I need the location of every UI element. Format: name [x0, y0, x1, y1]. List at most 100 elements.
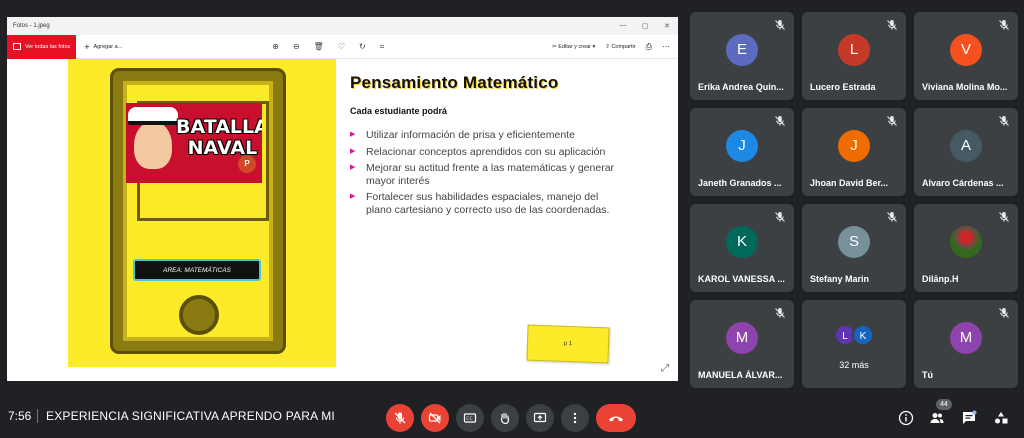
meeting-controls-bar: 7:56 EXPERIENCIA SIGNIFICATIVA APRENDO P…	[0, 396, 1024, 438]
divider	[37, 409, 38, 423]
sticky-note: p 1	[526, 324, 610, 364]
avatar: L	[838, 34, 870, 66]
delete-icon[interactable]: 🗑	[314, 42, 324, 51]
meeting-details-button[interactable]	[896, 408, 916, 428]
area-label: AREA: MATEMÁTICAS	[133, 259, 261, 281]
favorite-icon[interactable]: ♡	[338, 42, 345, 51]
avatar: M	[726, 322, 758, 354]
photos-icon	[13, 43, 21, 50]
camera-toggle-button[interactable]	[421, 404, 449, 432]
batalla-naval-banner: BATALLA NAVAL P	[126, 103, 262, 183]
zoom-out-icon[interactable]: ⊖	[293, 42, 300, 51]
participant-tile[interactable]: K KAROL VANESSA ...	[690, 204, 794, 292]
slide-bullet-list: Utilizar información de prisa y eficient…	[350, 129, 620, 220]
more-participants-tile[interactable]: L K 32 más	[802, 300, 906, 388]
mic-off-icon	[886, 210, 898, 222]
avatar: E	[726, 34, 758, 66]
participant-name: Stefany Marin	[810, 274, 870, 284]
participant-count-badge: 44	[936, 399, 952, 410]
participant-name: Lucero Estrada	[810, 82, 876, 92]
share-button[interactable]: ⇪ Compartir	[605, 44, 635, 50]
powerpoint-icon: P	[238, 155, 256, 173]
participant-tile[interactable]: M Tú	[914, 300, 1018, 388]
meeting-title: EXPERIENCIA SIGNIFICATIVA APRENDO PARA M…	[46, 409, 335, 423]
batalla-naval-text: BATALLA NAVAL	[176, 116, 262, 159]
avatar	[950, 226, 982, 258]
view-all-photos-button[interactable]: Ver todas las fotos	[7, 34, 77, 59]
avatar: J	[726, 130, 758, 162]
participant-tile[interactable]: L Lucero Estrada	[802, 12, 906, 100]
people-button[interactable]	[927, 408, 947, 428]
participant-tile[interactable]: M MANUELA ÁLVAR...	[690, 300, 794, 388]
camera-off-icon	[428, 412, 441, 424]
participant-tile[interactable]: J Jhoan David Ber...	[802, 108, 906, 196]
avatar: K	[726, 226, 758, 258]
participant-tile[interactable]: S Stefany Marin	[802, 204, 906, 292]
activities-button[interactable]	[991, 408, 1011, 428]
zoom-in-icon[interactable]: ⊕	[272, 42, 279, 51]
mic-off-icon	[394, 412, 406, 424]
mic-off-icon	[774, 306, 786, 318]
minimize-button[interactable]: —	[612, 22, 634, 30]
avatar: V	[950, 34, 982, 66]
mic-off-icon	[774, 18, 786, 30]
edit-create-label: Editar y crear	[558, 43, 591, 50]
photos-tools: ⊕ ⊖ 🗑 ♡ ↻ ⌗	[272, 42, 384, 52]
mic-off-icon	[998, 210, 1010, 222]
meeting-time: 7:56	[8, 409, 32, 423]
captions-button[interactable]: CC	[456, 404, 484, 432]
participant-tile[interactable]: J Janeth Granados ...	[690, 108, 794, 196]
raise-hand-button[interactable]	[491, 404, 519, 432]
add-to-button[interactable]: + Agregar a...	[84, 42, 122, 52]
avatar: M	[950, 322, 982, 354]
participant-name: Alvaro Cárdenas ...	[922, 178, 1004, 188]
present-screen-button[interactable]	[526, 404, 554, 432]
participant-tile[interactable]: A Alvaro Cárdenas ...	[914, 108, 1018, 196]
maximize-button[interactable]: ▢	[634, 22, 656, 30]
mic-off-icon	[998, 18, 1010, 30]
crop-icon[interactable]: ⌗	[380, 42, 385, 52]
plus-icon: +	[84, 41, 90, 52]
participant-tile[interactable]: V Viviana Molina Mo...	[914, 12, 1018, 100]
share-label: Compartir	[611, 43, 636, 50]
expand-icon[interactable]: ⤢	[661, 363, 669, 374]
view-all-photos-label: Ver todas las fotos	[25, 43, 71, 50]
edit-create-button[interactable]: ✂ Editar y crear ▾	[552, 44, 595, 50]
slide-bullet: Relacionar conceptos aprendidos con su a…	[350, 146, 620, 159]
info-icon	[898, 410, 914, 426]
photos-toolbar: Ver todas las fotos + Agregar a... ⊕ ⊖ 🗑…	[7, 34, 678, 59]
photos-window-title: Fotos - 1.jpeg	[13, 23, 50, 29]
more-options-button[interactable]	[561, 404, 589, 432]
participant-name: Dilānp.H	[922, 274, 959, 284]
participant-name: Jhoan David Ber...	[810, 178, 889, 188]
microphone-toggle-button[interactable]	[386, 404, 414, 432]
mic-off-icon	[998, 306, 1010, 318]
meet-window: Fotos - 1.jpeg — ▢ ✕ Ver todas las fotos…	[0, 0, 1024, 438]
avatar: A	[950, 130, 982, 162]
chat-icon	[963, 410, 977, 424]
slide-subtitle: Cada estudiante podrá	[350, 106, 448, 116]
participant-tile[interactable]: E Erika Andrea Quin...	[690, 12, 794, 100]
hand-icon	[500, 412, 510, 425]
participant-name: Janeth Granados ...	[698, 178, 782, 188]
print-icon[interactable]: ⎙	[646, 42, 652, 52]
mic-off-icon	[886, 18, 898, 30]
slide-bullet: Utilizar información de prisa y eficient…	[350, 129, 620, 142]
avatar: J	[838, 130, 870, 162]
presented-photos-window: Fotos - 1.jpeg — ▢ ✕ Ver todas las fotos…	[7, 17, 678, 381]
mic-off-icon	[774, 210, 786, 222]
slide-left-panel: BATALLA NAVAL P AREA: MATEMÁTICAS	[68, 59, 336, 367]
captions-icon: CC	[463, 413, 477, 423]
chat-button[interactable]	[959, 408, 979, 428]
participant-tile[interactable]: Dilānp.H	[914, 204, 1018, 292]
frame-crest	[179, 295, 219, 335]
rotate-icon[interactable]: ↻	[359, 42, 366, 51]
leave-call-button[interactable]	[596, 404, 636, 432]
sailor-illustration	[134, 121, 172, 169]
slide-title: Pensamiento Matemático	[350, 73, 559, 92]
sailor-hat	[128, 107, 178, 125]
more-options-icon[interactable]: ⋯	[662, 42, 670, 51]
mic-off-icon	[998, 114, 1010, 126]
present-icon	[533, 412, 547, 423]
close-window-button[interactable]: ✕	[656, 22, 678, 30]
